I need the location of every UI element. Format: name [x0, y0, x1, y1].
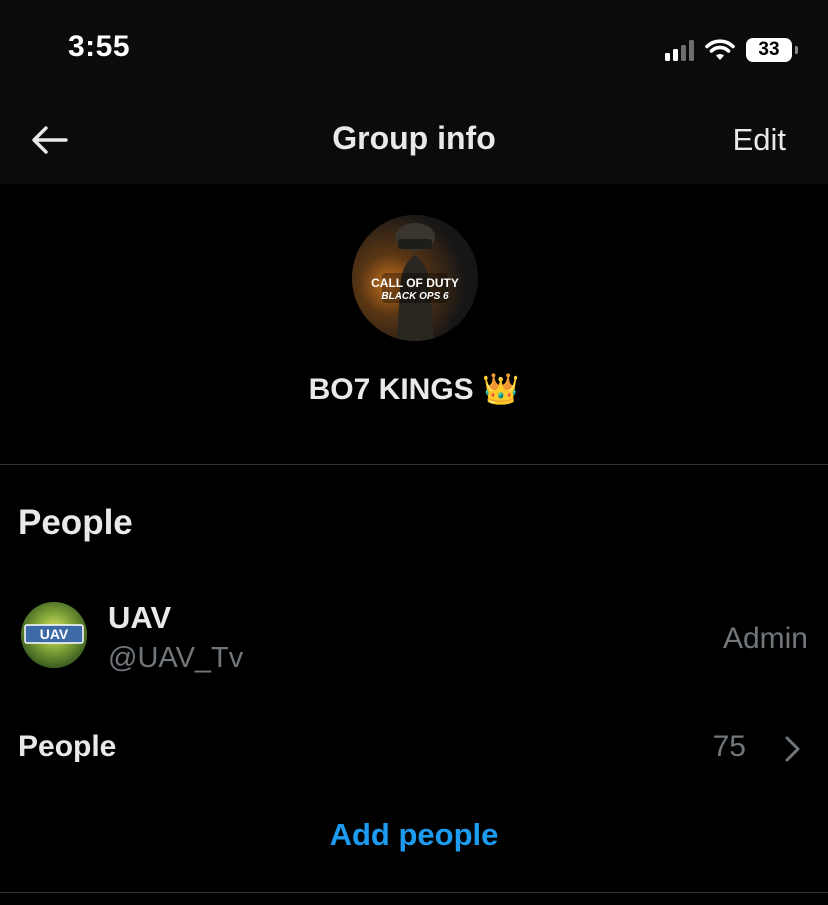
battery-level: 33: [758, 39, 780, 60]
page-title: Group info: [332, 120, 496, 156]
people-row-label: People: [18, 730, 117, 763]
people-count: 75: [712, 730, 746, 763]
group-avatar[interactable]: CALL OF DUTY BLACK OPS 6: [352, 215, 478, 341]
member-role-badge: Admin: [722, 622, 808, 655]
edit-button[interactable]: Edit: [733, 122, 786, 158]
people-count-row[interactable]: People 75: [0, 722, 828, 782]
chevron-right-icon: [785, 736, 800, 762]
status-time: 3:55: [68, 30, 131, 63]
wifi-icon: [705, 39, 735, 60]
top-bar: 3:55 33 Group info Edit: [0, 0, 828, 184]
battery-icon: 33: [746, 38, 798, 62]
member-avatar-logo: UAV: [40, 626, 69, 642]
member-avatar-image: UAV: [21, 602, 87, 668]
member-row[interactable]: UAV UAV @UAV_Tv Admin: [0, 592, 828, 682]
member-name: UAV: [108, 600, 172, 635]
group-avatar-logo-line2: BLACK OPS 6: [381, 291, 449, 302]
divider: [0, 892, 828, 893]
member-avatar[interactable]: UAV: [21, 602, 87, 668]
status-icons: 33: [665, 36, 798, 64]
member-handle: @UAV_Tv: [108, 642, 244, 674]
group-avatar-image: CALL OF DUTY BLACK OPS 6: [352, 215, 478, 341]
cellular-signal-icon: [665, 39, 694, 61]
divider: [0, 464, 828, 465]
group-name: BO7 KINGS 👑: [308, 373, 520, 406]
people-section-title: People: [18, 503, 133, 542]
add-people-button[interactable]: Add people: [0, 817, 828, 853]
group-avatar-logo-line1: CALL OF DUTY: [371, 276, 459, 290]
